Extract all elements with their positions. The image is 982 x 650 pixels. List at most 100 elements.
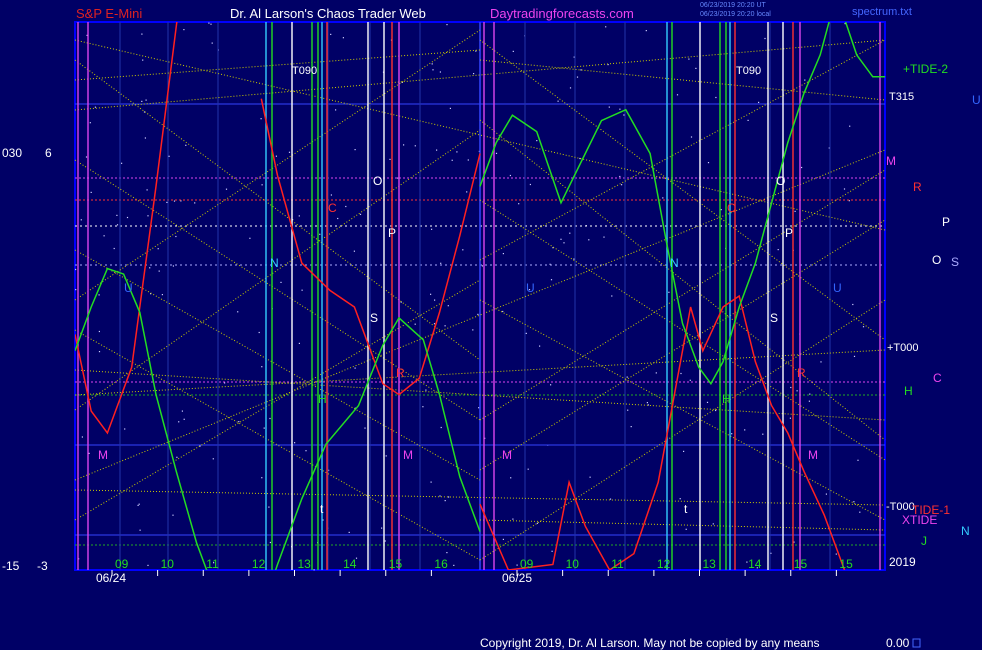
star-dot bbox=[536, 140, 538, 142]
star-dot bbox=[731, 433, 733, 435]
star-dot bbox=[75, 268, 77, 271]
star-dot bbox=[364, 427, 366, 429]
star-dot bbox=[80, 219, 82, 221]
planet-label: M bbox=[403, 448, 413, 462]
star-dot bbox=[790, 386, 792, 389]
star-dot bbox=[680, 372, 682, 375]
label-xtide: XTIDE bbox=[902, 513, 937, 527]
star-dot bbox=[789, 417, 791, 419]
star-dot bbox=[436, 149, 438, 151]
label-j: J bbox=[921, 534, 927, 548]
star-dot bbox=[683, 450, 685, 452]
star-dot bbox=[456, 151, 458, 153]
star-dot bbox=[502, 538, 504, 540]
star-dot bbox=[439, 495, 441, 497]
panel-1-date: 06/24 bbox=[96, 571, 126, 585]
star-dot bbox=[557, 100, 559, 102]
star-dot bbox=[85, 156, 88, 158]
star-dot bbox=[359, 213, 362, 215]
star-dot bbox=[298, 215, 300, 217]
star-dot bbox=[137, 504, 139, 506]
star-dot bbox=[451, 159, 453, 161]
star-dot bbox=[619, 108, 621, 110]
star-dot bbox=[149, 267, 151, 269]
star-dot bbox=[453, 564, 455, 566]
star-dot bbox=[275, 155, 277, 157]
planet-label: M bbox=[98, 448, 108, 462]
star-dot bbox=[422, 406, 424, 408]
star-dot bbox=[676, 94, 679, 96]
planet-label: P bbox=[785, 226, 793, 240]
hour-tick-label: 11 bbox=[206, 557, 219, 571]
star-dot bbox=[431, 228, 433, 230]
star-dot bbox=[124, 428, 126, 430]
star-dot bbox=[166, 201, 168, 203]
star-dot bbox=[446, 552, 448, 554]
star-dot bbox=[502, 253, 504, 255]
star-dot bbox=[853, 355, 856, 357]
star-dot bbox=[440, 262, 442, 264]
star-dot bbox=[75, 289, 77, 291]
hour-tick-label: 14 bbox=[343, 557, 357, 571]
panel-2-t090: T090 bbox=[736, 65, 761, 77]
planet-label: C bbox=[727, 201, 736, 215]
star-dot bbox=[181, 410, 183, 412]
star-dot bbox=[758, 101, 760, 103]
star-dot bbox=[138, 503, 140, 505]
star-dot bbox=[90, 191, 92, 193]
star-dot bbox=[646, 402, 648, 404]
star-dot bbox=[573, 258, 575, 260]
hour-tick-label: 12 bbox=[252, 557, 266, 571]
star-dot bbox=[98, 330, 100, 333]
star-dot bbox=[563, 242, 565, 244]
star-dot bbox=[662, 197, 664, 199]
star-dot bbox=[467, 159, 469, 161]
star-dot bbox=[261, 366, 263, 368]
star-dot bbox=[462, 249, 464, 251]
copyright-notice: Copyright 2019, Dr. Al Larson. May not b… bbox=[480, 636, 820, 650]
star-dot bbox=[809, 393, 811, 395]
star-dot bbox=[715, 96, 717, 99]
label-far-s: S bbox=[951, 255, 959, 269]
star-dot bbox=[425, 389, 427, 391]
star-dot bbox=[176, 456, 178, 458]
star-dot bbox=[103, 235, 105, 237]
star-dot bbox=[98, 294, 100, 296]
label-t315: T315 bbox=[889, 91, 914, 103]
star-dot bbox=[175, 235, 177, 238]
star-dot bbox=[261, 184, 263, 186]
star-dot bbox=[145, 99, 147, 101]
site-url[interactable]: Daytradingforecasts.com bbox=[490, 6, 634, 21]
label-far-o: O bbox=[932, 253, 941, 267]
hour-tick-label: 13 bbox=[703, 557, 717, 571]
star-dot bbox=[268, 506, 270, 508]
star-dot bbox=[689, 379, 691, 381]
star-dot bbox=[685, 528, 687, 530]
star-dot bbox=[529, 183, 531, 186]
star-dot bbox=[688, 58, 690, 60]
star-dot bbox=[512, 518, 514, 520]
hour-tick-label: 09 bbox=[115, 557, 129, 571]
star-dot bbox=[305, 450, 307, 452]
star-dot bbox=[414, 145, 416, 147]
star-dot bbox=[512, 50, 514, 52]
star-dot bbox=[862, 326, 865, 328]
star-dot bbox=[668, 291, 670, 293]
star-dot bbox=[444, 325, 446, 327]
star-dot bbox=[147, 564, 149, 566]
star-dot bbox=[116, 224, 119, 226]
label-far-p: P bbox=[942, 215, 950, 229]
star-dot bbox=[141, 33, 143, 35]
star-dot bbox=[801, 166, 803, 169]
hour-tick-label: 10 bbox=[566, 557, 580, 571]
footer-readout: 0.00 bbox=[886, 636, 910, 650]
star-dot bbox=[569, 87, 572, 89]
star-dot bbox=[580, 69, 582, 71]
star-dot bbox=[502, 310, 504, 313]
star-dot bbox=[645, 30, 647, 32]
star-dot bbox=[804, 79, 806, 81]
star-dot bbox=[473, 73, 475, 75]
star-dot bbox=[298, 342, 300, 344]
star-dot bbox=[444, 500, 446, 502]
star-dot bbox=[843, 188, 846, 190]
